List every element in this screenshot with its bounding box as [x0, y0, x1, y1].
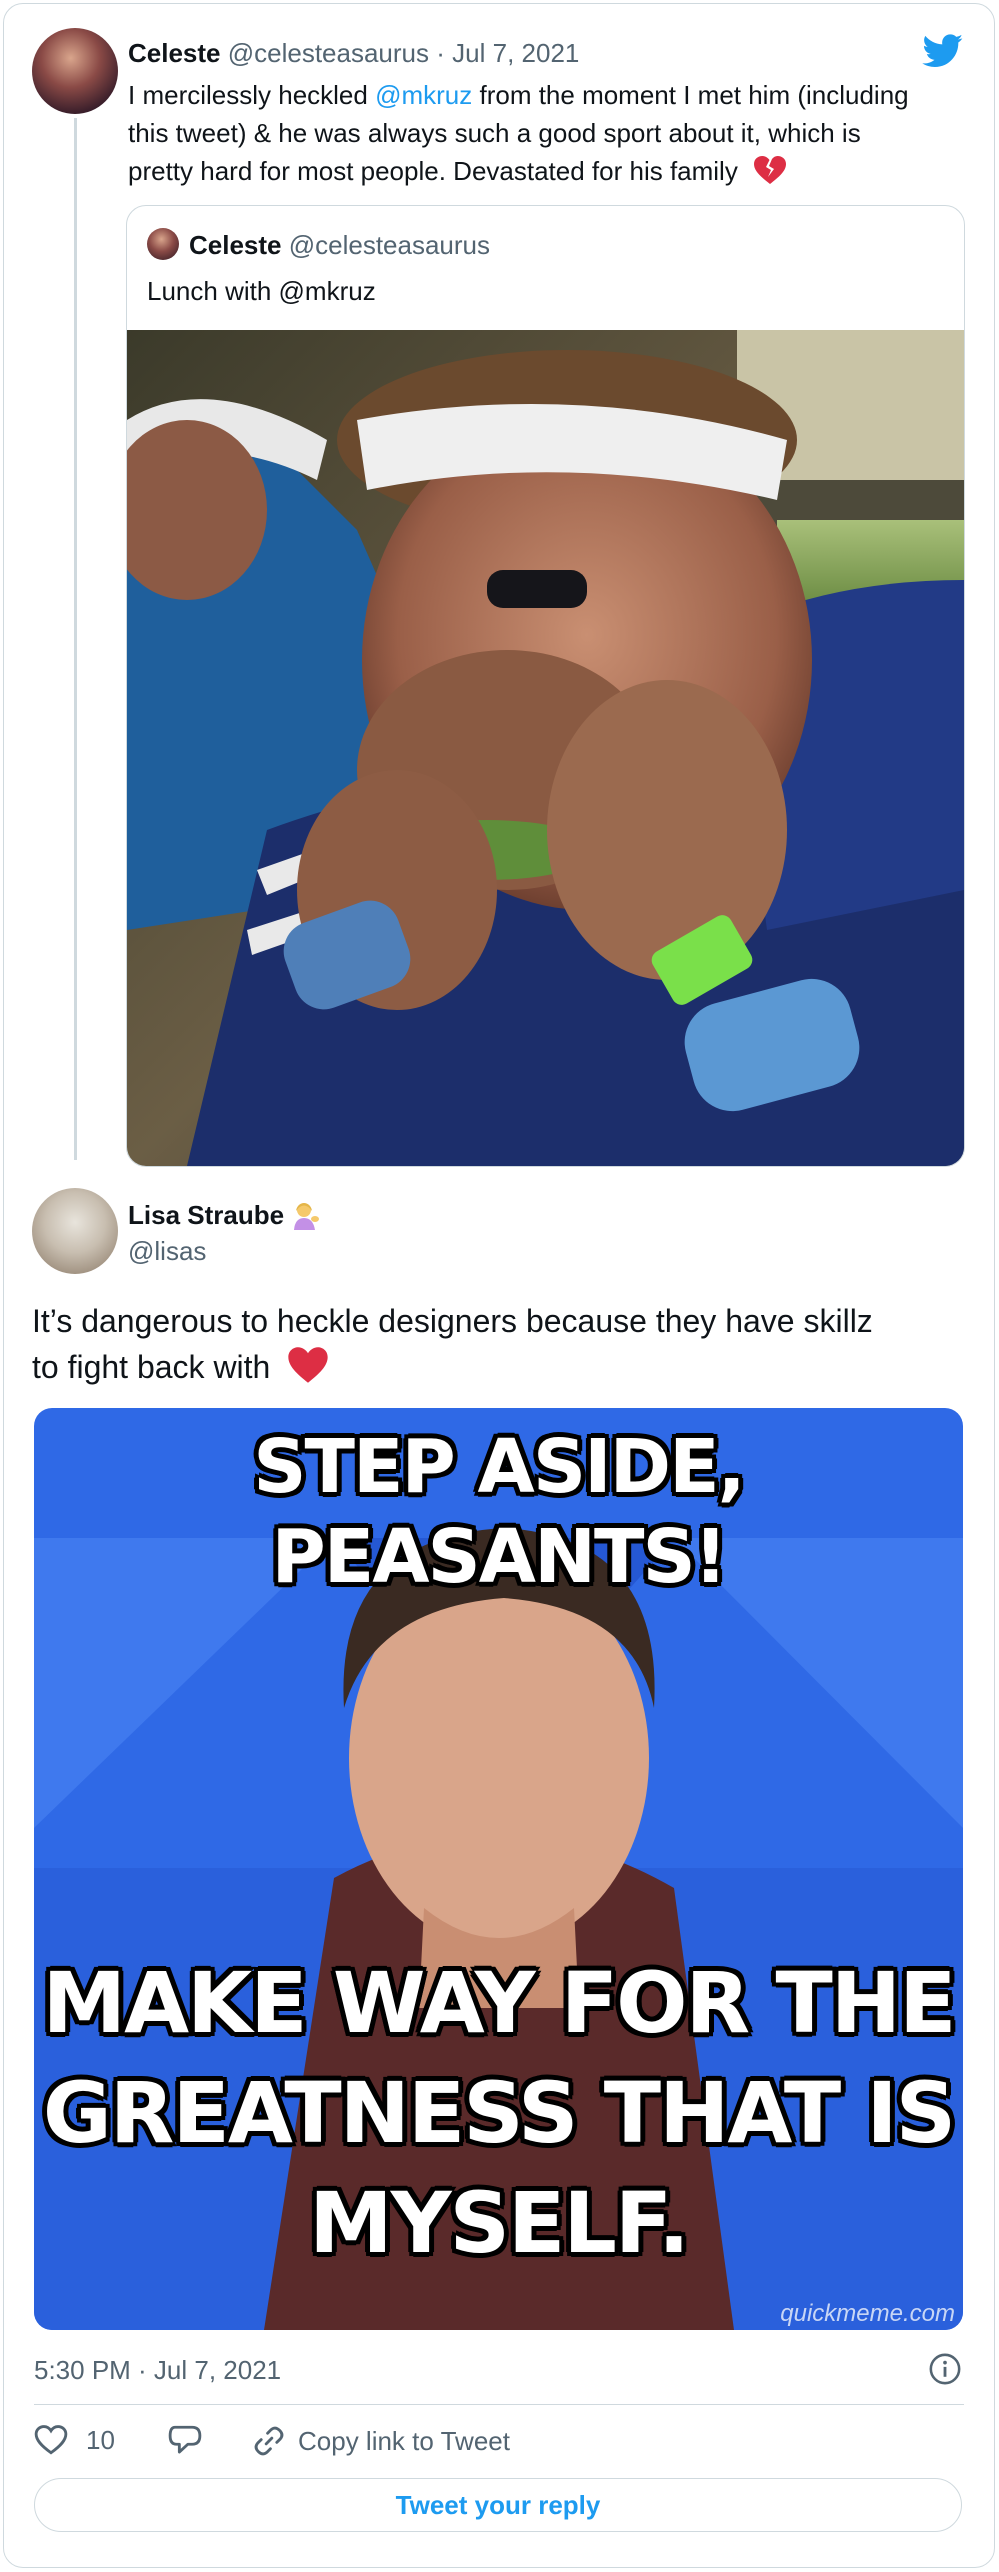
quoted-photo[interactable] [127, 330, 964, 1166]
red-heart-icon [288, 1347, 328, 1383]
heart-outline-icon [34, 2425, 68, 2455]
tweet-date[interactable]: Jul 7, 2021 [452, 38, 579, 68]
quoted-author-handle: @celesteasaurus [288, 230, 491, 260]
avatar-lisa[interactable] [32, 1188, 118, 1274]
quoted-text: Lunch with @mkruz [147, 276, 376, 306]
meme-bottom-line3: MYSELF. [309, 2174, 690, 2272]
main-tweet-text: It’s dangerous to heckle designers becau… [32, 1298, 873, 1390]
meme-image[interactable]: STEP ASIDE, PEASANTS! MAKE WAY FOR THE G… [34, 1408, 963, 2330]
text-part: from the moment I met him (including [472, 80, 909, 110]
meme-watermark: quickmeme.com [780, 2300, 955, 2327]
tweet1-text: I mercilessly heckled @mkruz from the mo… [128, 76, 968, 190]
avatar-celeste[interactable] [32, 28, 118, 114]
actions-divider [34, 2404, 964, 2405]
like-button[interactable]: 10 [34, 2424, 115, 2456]
text-line: pretty hard for most people. Devastated … [128, 156, 738, 186]
thread-connector-line [74, 118, 77, 1160]
meme-bottom-line1: MAKE WAY FOR THE [42, 1954, 957, 2052]
copy-link-button[interactable]: Copy link to Tweet [252, 2424, 510, 2458]
tweet-timestamp[interactable]: 5:30 PM · Jul 7, 2021 [34, 2355, 281, 2386]
avatar-celeste-small [147, 228, 179, 260]
quoted-author-name: Celeste [189, 230, 282, 260]
main-author: Lisa Straube [128, 1200, 321, 1231]
quoted-tweet[interactable]: Celeste @celesteasaurus Lunch with @mkru… [126, 205, 965, 1167]
person-tipping-hand-icon [294, 1203, 320, 1230]
text-line: this tweet) & he was always such a good … [128, 118, 861, 148]
like-count: 10 [86, 2424, 115, 2455]
tweet1-header: Celeste @celesteasaurus · Jul 7, 2021 [128, 38, 579, 69]
main-author-name[interactable]: Lisa Straube [128, 1200, 284, 1230]
text-part: I mercilessly heckled [128, 80, 376, 110]
copy-link-label: Copy link to Tweet [298, 2425, 510, 2456]
reply-action-button[interactable] [168, 2424, 202, 2456]
mention-link[interactable]: @mkruz [375, 80, 472, 110]
tweet-your-reply-button[interactable]: Tweet your reply [34, 2478, 962, 2532]
text-line: to fight back with [32, 1349, 271, 1385]
main-author-handle[interactable]: @lisas [128, 1236, 206, 1267]
reply-bubble-icon [168, 2425, 202, 2454]
info-icon[interactable] [928, 2352, 962, 2386]
twitter-bird-icon[interactable] [922, 34, 964, 68]
separator-dot: · [436, 38, 445, 68]
link-chain-icon [254, 2426, 284, 2456]
author-handle[interactable]: @celesteasaurus [228, 38, 429, 68]
text-line: It’s dangerous to heckle designers becau… [32, 1303, 873, 1339]
author-name[interactable]: Celeste [128, 38, 221, 68]
quoted-header: Celeste @celesteasaurus [189, 230, 490, 261]
meme-top-text: STEP ASIDE, PEASANTS! [253, 1424, 746, 1600]
broken-heart-icon [754, 156, 787, 184]
meme-bottom-line2: GREATNESS THAT IS [42, 2064, 956, 2162]
